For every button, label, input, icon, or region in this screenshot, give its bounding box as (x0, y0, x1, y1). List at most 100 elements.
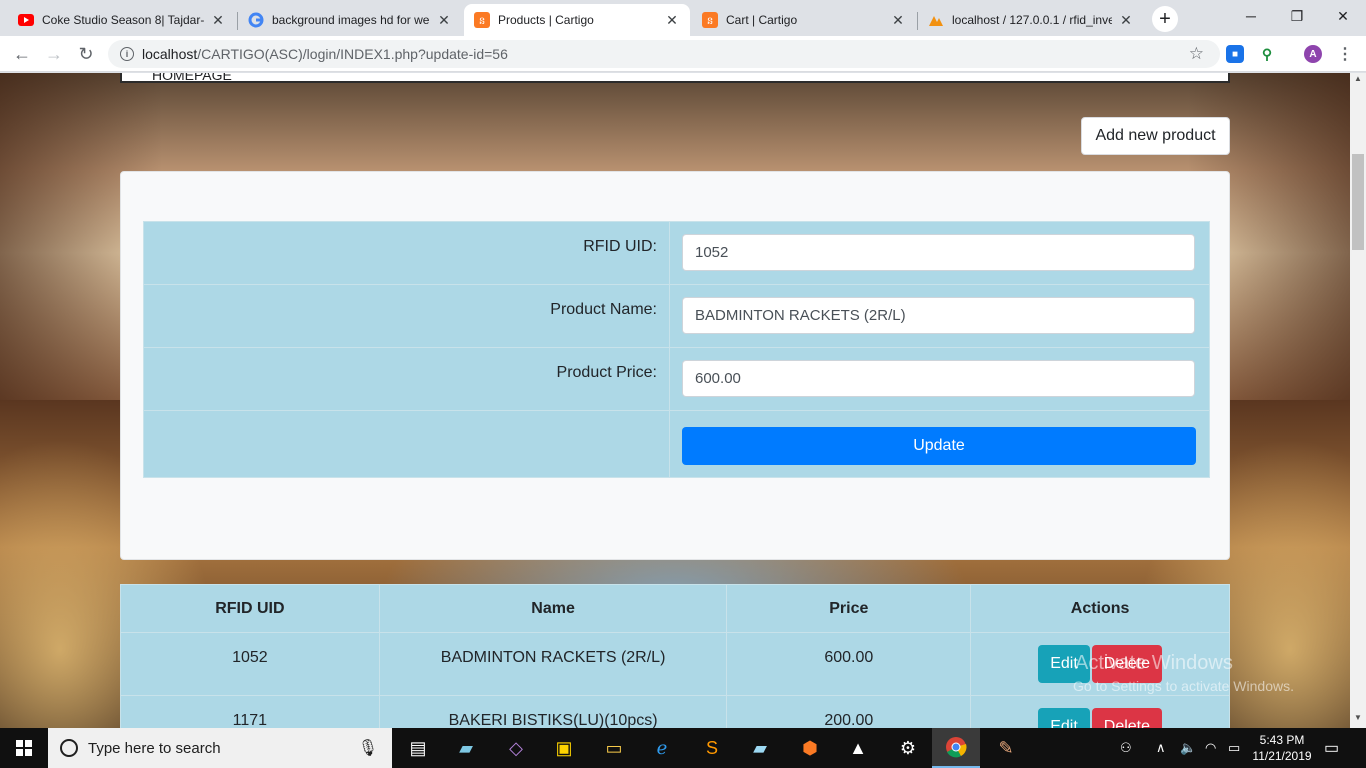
product-name-label: Product Name: (143, 284, 670, 348)
address-bar[interactable]: i localhost/CARTIGO(ASC)/login/INDEX1.ph… (108, 40, 1220, 68)
tab-phpmyadmin[interactable]: localhost / 127.0.0.1 / rfid_inve ✕ (918, 4, 1144, 36)
forward-arrow-icon[interactable]: → (42, 42, 66, 66)
product-price-label: Product Price: (143, 347, 670, 411)
cell-rfid: 1171 (120, 695, 380, 728)
update-button[interactable]: Update (682, 427, 1196, 465)
wifi-icon[interactable]: ◠ (1205, 740, 1216, 756)
cell-name: BAKERI BISTIKS(LU)(10pcs) (378, 695, 728, 728)
info-icon[interactable]: i (120, 47, 134, 61)
scroll-up-arrow-icon[interactable]: ▲ (1350, 74, 1366, 88)
start-button[interactable] (0, 728, 48, 768)
tab-cart-cartigo[interactable]: ន Cart | Cartigo ✕ (692, 4, 916, 36)
volume-icon[interactable]: 🔈 (1180, 740, 1196, 756)
xampp-taskbar-icon[interactable]: ⬢ (786, 728, 834, 768)
activate-windows-title: Activate Windows (1075, 652, 1233, 674)
column-header-name: Name (378, 584, 728, 633)
taskbar-search[interactable]: Type here to search 🎙 (48, 728, 392, 768)
form-row-name: Product Name: BADMINTON RACKETS (2R/L) (143, 284, 1210, 348)
tab-title: Products | Cartigo (498, 13, 594, 27)
task-view-icon[interactable]: ▤ (394, 728, 442, 768)
delete-button[interactable]: Delete (1091, 708, 1163, 728)
restore-button[interactable]: ❐ (1274, 0, 1320, 32)
new-tab-button[interactable]: + (1152, 6, 1178, 32)
file-explorer-icon[interactable]: ▭ (590, 728, 638, 768)
tab-products-cartigo[interactable]: ន Products | Cartigo ✕ (464, 4, 690, 36)
photos-icon[interactable]: ▲ (834, 728, 882, 768)
scroll-down-arrow-icon[interactable]: ▼ (1350, 713, 1366, 727)
notifications-icon[interactable]: ▭ (1324, 738, 1339, 758)
form-row-price: Product Price: 600.00 (143, 347, 1210, 411)
column-header-price: Price (726, 584, 972, 633)
product-price-input[interactable]: 600.00 (682, 360, 1195, 397)
back-arrow-icon[interactable]: ← (10, 42, 34, 66)
search-placeholder: Type here to search (88, 739, 221, 757)
sublime-text-icon[interactable]: S (688, 728, 736, 768)
close-icon[interactable]: ✕ (890, 12, 906, 29)
paint-icon[interactable]: ✎ (982, 728, 1030, 768)
tab-title: background images hd for web (272, 13, 430, 27)
windows-taskbar: Type here to search 🎙 ▤ ▰ ◇ ▣ ▭ ℯ S ▰ ⬢ … (0, 728, 1366, 768)
cell-price: 200.00 (726, 695, 972, 728)
tab-title: Cart | Cartigo (726, 13, 798, 27)
form-row-submit: Update (143, 410, 1210, 478)
close-window-button[interactable]: ✕ (1320, 0, 1366, 32)
activate-windows-subtitle: Go to Settings to activate Windows. (1073, 678, 1294, 694)
product-name-input[interactable]: BADMINTON RACKETS (2R/L) (682, 297, 1195, 334)
update-product-card: RFID UID: 1052 Product Name: BADMINTON R… (120, 171, 1230, 560)
store-icon[interactable]: ▣ (540, 728, 588, 768)
svg-text:ន: ន (479, 16, 485, 27)
minimize-button[interactable]: ─ (1228, 0, 1274, 32)
url-host: localhost (142, 46, 198, 62)
edge-icon[interactable]: ℯ (638, 728, 686, 768)
svg-text:ន: ន (707, 16, 713, 27)
phpmyadmin-icon (928, 12, 944, 28)
top-navigation: HOMEPAGE (120, 73, 1230, 83)
extension-icon[interactable]: ■ (1226, 45, 1244, 63)
close-icon[interactable]: ✕ (664, 12, 680, 29)
rfid-uid-input[interactable]: 1052 (682, 234, 1195, 271)
column-header-actions: Actions (970, 584, 1230, 633)
edit-button[interactable]: Edit (1038, 708, 1090, 728)
close-icon[interactable]: ✕ (210, 12, 226, 29)
settings-gear-icon[interactable]: ⚙ (884, 728, 932, 768)
reload-icon[interactable]: ↻ (74, 42, 98, 66)
scrollbar-thumb[interactable] (1352, 154, 1364, 250)
cell-rfid: 1052 (120, 632, 380, 696)
tab-coke-studio[interactable]: Coke Studio Season 8| Tajdar-e ✕ (8, 4, 236, 36)
cell-actions: Edit Delete (970, 695, 1230, 728)
battery-icon[interactable]: ▭ (1228, 740, 1240, 756)
search-extension-icon[interactable]: ⚲ (1258, 45, 1276, 63)
people-icon[interactable]: ⚇ (1120, 740, 1132, 756)
chevron-up-icon[interactable]: ∧ (1156, 740, 1166, 756)
table-row: 1171 BAKERI BISTIKS(LU)(10pcs) 200.00 Ed… (120, 695, 1230, 728)
cell-price: 600.00 (726, 632, 972, 696)
avatar[interactable]: A (1304, 45, 1322, 63)
table-header-row: RFID UID Name Price Actions (120, 584, 1230, 633)
visual-studio-icon[interactable]: ◇ (492, 728, 540, 768)
rfid-label: RFID UID: (143, 221, 670, 285)
chrome-icon[interactable] (932, 728, 980, 768)
clock-date: 11/21/2019 (1252, 749, 1312, 763)
notes-icon[interactable]: ▰ (736, 728, 784, 768)
microphone-icon[interactable]: 🎙 (358, 738, 378, 758)
table-row: 1052 BADMINTON RACKETS (2R/L) 600.00 Edi… (120, 632, 1230, 696)
google-icon (248, 12, 264, 28)
youtube-icon (18, 12, 34, 28)
tab-background-images[interactable]: background images hd for web ✕ (238, 4, 462, 36)
homepage-link[interactable]: HOMEPAGE (152, 73, 232, 83)
close-icon[interactable]: ✕ (1118, 12, 1134, 29)
windows-logo-icon (16, 740, 32, 756)
cell-name: BADMINTON RACKETS (2R/L) (378, 632, 728, 696)
tab-title: localhost / 127.0.0.1 / rfid_inve (952, 13, 1112, 27)
close-icon[interactable]: ✕ (436, 12, 452, 29)
notepad-icon[interactable]: ▰ (442, 728, 490, 768)
add-new-product-button[interactable]: Add new product (1081, 117, 1230, 155)
page-viewport: HOMEPAGE Add new product RFID UID: 1052 … (0, 73, 1350, 728)
menu-icon[interactable]: ⋮ (1336, 45, 1354, 63)
form-row-rfid: RFID UID: 1052 (143, 221, 1210, 285)
clock-time: 5:43 PM (1259, 733, 1305, 747)
system-clock[interactable]: 5:43 PM 11/21/2019 (1249, 732, 1315, 764)
cortana-icon (60, 739, 78, 757)
url-path: /CARTIGO(ASC)/login/INDEX1.php?update-id… (197, 46, 508, 62)
bookmark-star-icon[interactable]: ☆ (1189, 44, 1204, 64)
